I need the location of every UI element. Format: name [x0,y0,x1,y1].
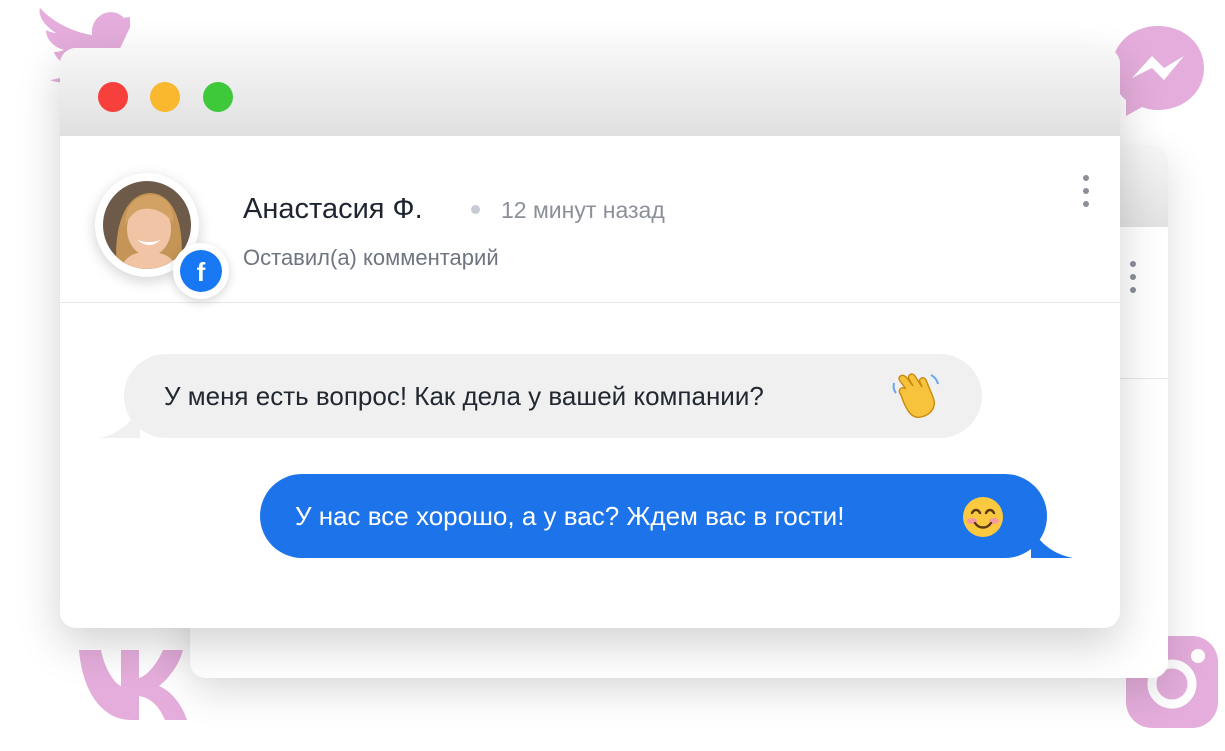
post-action: Оставил(а) комментарий [243,245,499,270]
incoming-message: У меня есть вопрос! Как дела у вашей ком… [100,354,982,438]
author-name[interactable]: Анастасия Ф. [243,193,423,226]
outgoing-message-text: У нас все хорошо, а у вас? Ждем вас в го… [295,501,845,531]
outgoing-message: У нас все хорошо, а у вас? Ждем вас в го… [260,474,1073,558]
messenger-icon [1112,26,1204,116]
facebook-icon: f [180,250,222,292]
separator-dot [471,205,480,214]
vk-icon [79,650,187,720]
waving-hand-emoji [892,373,939,419]
smiling-face-emoji [963,497,1003,537]
window-titlebar [60,48,1120,136]
post-time: 12 минут назад [501,197,665,223]
minimize-button[interactable] [150,82,180,112]
maximize-button[interactable] [203,82,233,112]
facebook-badge: f [173,243,229,299]
incoming-message-text: У меня есть вопрос! Как дела у вашей ком… [164,381,764,411]
close-button[interactable] [98,82,128,112]
background-more-icon [1128,261,1138,300]
chat-window: f У меня есть вопрос! Как дела у вашей к… [60,48,1120,628]
more-options-icon[interactable] [1081,175,1091,214]
